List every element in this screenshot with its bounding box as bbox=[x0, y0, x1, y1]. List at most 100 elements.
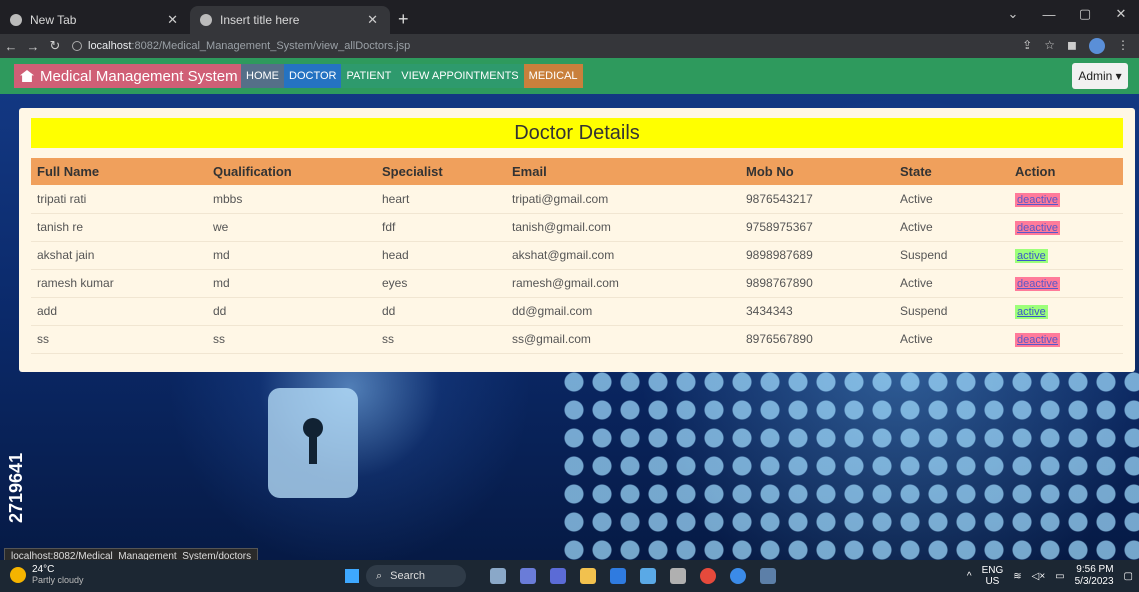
windows-taskbar: 24°C Partly cloudy ⌕ Search ^ ENG US ≋ ◁… bbox=[0, 560, 1139, 592]
browser-tab-strip: New Tab ✕ Insert title here ✕ + ⌄ — ▢ ✕ bbox=[0, 0, 1139, 34]
reload-icon[interactable]: ↻ bbox=[44, 38, 66, 54]
weather-widget[interactable]: 24°C Partly cloudy bbox=[10, 564, 84, 585]
cell-specialist: fdf bbox=[376, 213, 506, 242]
cell-name: tanish re bbox=[31, 213, 207, 242]
search-icon: ⌕ bbox=[376, 569, 383, 582]
task-view-icon[interactable] bbox=[520, 568, 536, 584]
table-row: tripati rati mbbs heart tripati@gmail.co… bbox=[31, 185, 1123, 214]
battery-icon[interactable]: ▭ bbox=[1055, 571, 1064, 582]
weather-icon bbox=[10, 566, 26, 583]
address-bar: ← → ↻ localhost :8082/Medical_Management… bbox=[0, 34, 1139, 58]
page-content: 2719641 Medical Management System HOME D… bbox=[0, 58, 1139, 560]
doctor-table: Full Name Qualification Specialist Email… bbox=[31, 158, 1123, 354]
widgets-icon[interactable] bbox=[490, 568, 506, 584]
col-header: Full Name bbox=[31, 158, 207, 185]
system-tray: ^ ENG US ≋ ◁× ▭ 9:56 PM 5/3/2023 ▢ bbox=[967, 564, 1133, 588]
tab-insert-title[interactable]: Insert title here ✕ bbox=[190, 6, 390, 34]
back-icon[interactable]: ← bbox=[0, 39, 22, 54]
url-field[interactable]: localhost :8082/Medical_Management_Syste… bbox=[72, 40, 410, 52]
forward-icon[interactable]: → bbox=[22, 39, 44, 54]
tab-title: Insert title here bbox=[220, 13, 300, 27]
sidebar-icon[interactable]: ◼ bbox=[1067, 38, 1077, 54]
app-l-icon[interactable] bbox=[610, 568, 626, 584]
taskbar-apps bbox=[490, 568, 776, 584]
cell-email: tanish@gmail.com bbox=[506, 213, 740, 242]
deactive-button[interactable]: deactive bbox=[1015, 221, 1060, 235]
table-row: tanish re we fdf tanish@gmail.com 975897… bbox=[31, 213, 1123, 242]
cell-mobile: 9898987689 bbox=[740, 241, 894, 270]
nav-links: HOME DOCTOR PATIENT VIEW APPOINTMENTS ME… bbox=[241, 64, 583, 88]
cell-state: Active bbox=[894, 213, 1009, 242]
file-explorer-icon[interactable] bbox=[580, 568, 596, 584]
col-header: Mob No bbox=[740, 158, 894, 185]
cell-state: Suspend bbox=[894, 241, 1009, 270]
top-navbar: Medical Management System HOME DOCTOR PA… bbox=[0, 58, 1139, 94]
minimize-icon[interactable]: — bbox=[1031, 0, 1067, 28]
search-label: Search bbox=[390, 570, 426, 582]
chevron-up-icon[interactable]: ^ bbox=[967, 571, 972, 582]
menu-icon[interactable]: ⋮ bbox=[1117, 38, 1129, 54]
nav-patient[interactable]: PATIENT bbox=[341, 64, 397, 88]
profile-avatar[interactable] bbox=[1089, 38, 1105, 54]
deactive-button[interactable]: deactive bbox=[1015, 277, 1060, 291]
notification-icon[interactable]: ▢ bbox=[1124, 571, 1133, 582]
watermark: 2719641 bbox=[6, 452, 26, 523]
home-icon bbox=[20, 70, 34, 82]
chrome-icon[interactable] bbox=[700, 568, 716, 584]
cell-email: tripati@gmail.com bbox=[506, 185, 740, 214]
volume-icon[interactable]: ◁× bbox=[1032, 571, 1046, 582]
tab-new-tab[interactable]: New Tab ✕ bbox=[0, 6, 190, 34]
link-status-tooltip: localhost:8082/Medical_Management_System… bbox=[4, 548, 259, 560]
info-icon[interactable] bbox=[72, 41, 82, 51]
table-row: add dd dd dd@gmail.com 3434343 Suspend a… bbox=[31, 297, 1123, 326]
cell-specialist: ss bbox=[376, 325, 506, 354]
new-tab-icon[interactable]: + bbox=[398, 9, 409, 30]
app-icon[interactable] bbox=[760, 568, 776, 584]
chevron-down-icon[interactable]: ⌄ bbox=[995, 0, 1031, 28]
windows-start-icon[interactable] bbox=[345, 569, 359, 583]
maximize-icon[interactable]: ▢ bbox=[1067, 0, 1103, 28]
wifi-icon[interactable]: ≋ bbox=[1013, 571, 1021, 582]
cell-email: akshat@gmail.com bbox=[506, 241, 740, 270]
language-indicator[interactable]: ENG US bbox=[982, 565, 1004, 587]
cell-qualification: ss bbox=[207, 325, 376, 354]
teams-icon[interactable] bbox=[550, 568, 566, 584]
cell-email: ss@gmail.com bbox=[506, 325, 740, 354]
nav-home[interactable]: HOME bbox=[241, 64, 284, 88]
cell-state: Active bbox=[894, 185, 1009, 214]
temperature: 24°C bbox=[32, 564, 55, 575]
deactive-button[interactable]: deactive bbox=[1015, 333, 1060, 347]
cell-email: ramesh@gmail.com bbox=[506, 269, 740, 298]
nav-view-appointments[interactable]: VIEW APPOINTMENTS bbox=[396, 64, 524, 88]
cell-mobile: 8976567890 bbox=[740, 325, 894, 354]
table-row: ramesh kumar md eyes ramesh@gmail.com 98… bbox=[31, 269, 1123, 298]
cell-specialist: head bbox=[376, 241, 506, 270]
taskbar-search[interactable]: ⌕ Search bbox=[366, 565, 466, 587]
cell-name: tripati rati bbox=[31, 185, 207, 214]
star-icon[interactable]: ☆ bbox=[1044, 38, 1055, 54]
active-button[interactable]: active bbox=[1015, 249, 1048, 263]
active-button[interactable]: active bbox=[1015, 305, 1048, 319]
cell-specialist: eyes bbox=[376, 269, 506, 298]
brand-link[interactable]: Medical Management System bbox=[14, 64, 244, 88]
settings-icon[interactable] bbox=[670, 568, 686, 584]
close-window-icon[interactable]: ✕ bbox=[1103, 0, 1139, 28]
admin-dropdown[interactable]: Admin ▾ bbox=[1072, 63, 1128, 89]
deactive-button[interactable]: deactive bbox=[1015, 192, 1060, 207]
brand-label: Medical Management System bbox=[40, 67, 238, 85]
chrome-profile-icon[interactable] bbox=[730, 568, 746, 584]
close-icon[interactable]: ✕ bbox=[367, 12, 378, 28]
col-header: Action bbox=[1009, 158, 1123, 185]
globe-icon bbox=[200, 14, 212, 26]
lock-graphic bbox=[268, 388, 358, 498]
col-header: Qualification bbox=[207, 158, 376, 185]
close-icon[interactable]: ✕ bbox=[167, 12, 178, 28]
nav-doctor[interactable]: DOCTOR bbox=[284, 64, 342, 88]
clock[interactable]: 9:56 PM 5/3/2023 bbox=[1075, 564, 1114, 588]
cell-mobile: 9876543217 bbox=[740, 185, 894, 214]
table-header-row: Full Name Qualification Specialist Email… bbox=[31, 158, 1123, 185]
photos-icon[interactable] bbox=[640, 568, 656, 584]
share-icon[interactable]: ⇪ bbox=[1022, 38, 1032, 54]
nav-medical[interactable]: MEDICAL bbox=[523, 64, 583, 88]
background-dots bbox=[560, 368, 1139, 560]
